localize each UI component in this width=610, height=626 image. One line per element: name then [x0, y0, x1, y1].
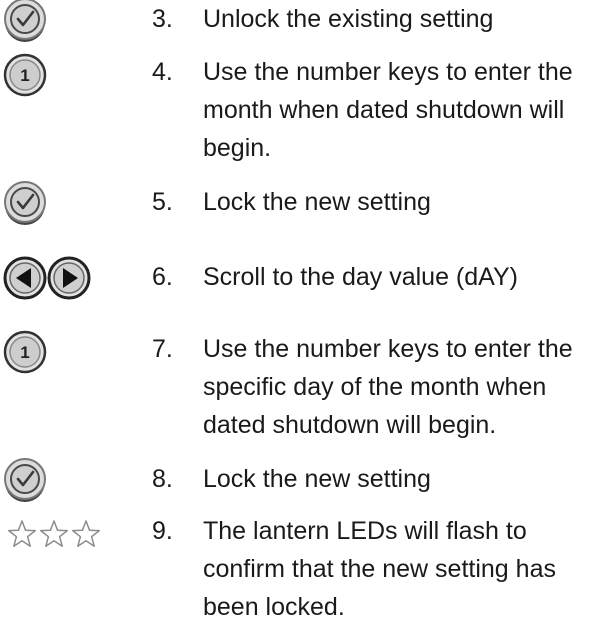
step-text: Unlock the existing setting [203, 5, 494, 33]
step-number: 3. [152, 5, 173, 33]
star-icon [71, 520, 101, 547]
flashing-stars-icon [7, 520, 101, 547]
step-text: Use the number keys to enter the month w… [203, 58, 573, 162]
step-text: Use the number keys to enter the specifi… [203, 335, 573, 439]
step-number: 8. [152, 465, 173, 493]
star-icon [7, 520, 37, 547]
step-number: 5. [152, 188, 173, 216]
key-label: 1 [20, 343, 29, 362]
star-icon [39, 520, 69, 547]
step-number: 4. [152, 58, 173, 86]
step-number: 6. [152, 263, 173, 291]
number-key-1-icon: 1 [3, 53, 47, 97]
check-button-icon [4, 458, 46, 502]
step-number: 9. [152, 517, 173, 545]
check-button-icon [4, 0, 46, 42]
step-number: 7. [152, 335, 173, 363]
check-button-icon [4, 181, 46, 225]
key-label: 1 [20, 66, 29, 85]
number-key-1-icon: 1 [3, 330, 47, 374]
step-text: Lock the new setting [203, 188, 431, 216]
scroll-right-icon [47, 256, 91, 300]
step-text: The lantern LEDs will flash to confirm t… [203, 517, 556, 621]
step-text: Scroll to the day value (dAY) [203, 263, 518, 291]
scroll-left-icon [3, 256, 47, 300]
step-text: Lock the new setting [203, 465, 431, 493]
